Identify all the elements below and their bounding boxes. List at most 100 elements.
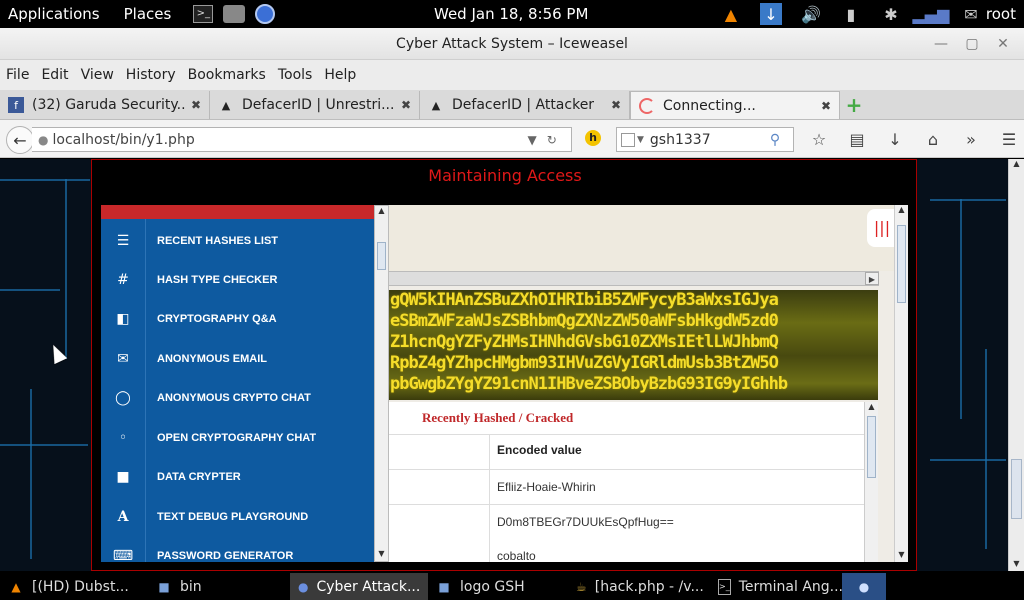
menu-help[interactable]: Help [318, 67, 362, 83]
clock[interactable]: Wed Jan 18, 8:56 PM [434, 5, 588, 23]
banner-line: gQW5kIHAnZSBuZXhOIHRIbiB5ZWFycyB3aWxsIGJ… [390, 290, 779, 310]
overflow-icon[interactable]: » [952, 127, 990, 151]
places-menu[interactable]: Places [116, 5, 180, 23]
new-tab-icon[interactable]: + [840, 91, 868, 119]
menu-edit[interactable]: Edit [35, 67, 74, 83]
task-browser-extra[interactable]: ● [842, 573, 886, 600]
scrollbar-thumb[interactable] [377, 242, 386, 270]
sidebar-item-label: HASH TYPE CHECKER [157, 274, 278, 286]
hamburger-menu-icon[interactable]: ☰ [990, 127, 1024, 151]
url-history-dropdown-icon[interactable]: ▼ [527, 133, 536, 147]
scroll-right-icon[interactable]: ▶ [865, 272, 879, 285]
menu-view[interactable]: View [75, 67, 120, 83]
sidebar-item-data-crypter[interactable]: ■ DATA CRYPTER [101, 457, 374, 497]
page-scrollbar[interactable]: ▲ ▼ [1008, 159, 1024, 571]
reload-icon[interactable]: ↻ [547, 133, 557, 147]
bluetooth-icon[interactable]: ✱ [880, 3, 902, 25]
font-icon: A [117, 509, 129, 525]
tab-defacer-unrestricted[interactable]: ▲ DefacerID | Unrestri... ✖ [210, 91, 420, 119]
maximize-icon[interactable]: ▢ [957, 32, 987, 56]
loading-icon [639, 97, 655, 114]
scroll-down-icon[interactable]: ▼ [1010, 559, 1023, 571]
search-engine-icon[interactable] [621, 132, 635, 147]
home-icon[interactable]: ⌂ [914, 127, 952, 151]
navigation-toolbar: ← ● ▼ ↻ ▼ ⚲ ☆ ▤ ↓ ⌂ » ☰ [0, 120, 1024, 158]
task-cyber-attack[interactable]: ● Cyber Attack... [290, 573, 428, 600]
main-scrollbar[interactable]: ▲ ▼ [894, 205, 908, 562]
window-titlebar: Cyber Attack System – Iceweasel — ▢ ✕ [0, 28, 1024, 60]
banner-line: Z1hcnQgYZFyZHMsIHNhdGVsbG10ZXMsIEtlLWJhb… [390, 332, 779, 352]
scroll-up-icon[interactable]: ▲ [895, 205, 908, 217]
url-bar[interactable]: ● ▼ ↻ [32, 127, 572, 152]
menu-tools[interactable]: Tools [272, 67, 319, 83]
tab-close-icon[interactable]: ✖ [401, 98, 411, 112]
sidebar-item-hash-checker[interactable]: # HASH TYPE CHECKER [101, 260, 374, 300]
tab-close-icon[interactable]: ✖ [821, 99, 831, 113]
tab-defacer-attacker[interactable]: ▲ DefacerID | Attacker ✖ [420, 91, 630, 119]
main-header-area [389, 205, 908, 271]
scroll-down-icon[interactable]: ▼ [895, 550, 908, 562]
scroll-up-icon[interactable]: ▲ [865, 402, 878, 414]
sidebar-item-crypto-qa[interactable]: ◧ CRYPTOGRAPHY Q&A [101, 299, 374, 339]
volume-icon[interactable]: 🔊 [800, 3, 822, 25]
menu-toggle-icon[interactable]: ||| [867, 209, 897, 247]
downloads-icon[interactable]: ↓ [876, 127, 914, 151]
browser-launcher-icon[interactable] [255, 4, 276, 24]
scrollbar-thumb[interactable] [1011, 459, 1022, 519]
chat-status-icon[interactable]: ✉ [960, 3, 982, 25]
search-icon[interactable]: ⚲ [770, 132, 780, 148]
sidebar-active-item[interactable] [101, 205, 374, 219]
vlc-tray-icon[interactable]: ▲ [720, 3, 742, 25]
bookmark-star-icon[interactable]: ☆ [800, 127, 838, 151]
task-terminal[interactable]: >_ Terminal Ang... [710, 573, 842, 600]
disk-launcher-icon[interactable] [223, 5, 246, 23]
terminal-launcher-icon[interactable]: >_ [193, 5, 214, 23]
sidebar-scrollbar[interactable]: ▲ ▼ [374, 205, 389, 562]
download-tray-icon[interactable]: ↓ [759, 3, 782, 25]
search-engine-dropdown-icon[interactable]: ▼ [637, 135, 644, 145]
keyboard-icon: ⌨ [112, 548, 134, 562]
sidebar-item-recent-hashes[interactable]: ☰ RECENT HASHES LIST [101, 221, 374, 261]
menu-history[interactable]: History [120, 67, 182, 83]
user-menu[interactable]: root [986, 5, 1016, 23]
tab-close-icon[interactable]: ✖ [611, 98, 621, 112]
search-input[interactable] [649, 131, 770, 148]
card-scrollbar[interactable]: ▲ [864, 402, 878, 562]
tab-bar: f (32) Garuda Security... ✖ ▲ DefacerID … [0, 90, 1024, 120]
search-bar[interactable]: ▼ ⚲ [616, 127, 794, 152]
battery-icon[interactable]: ▮ [840, 3, 862, 25]
url-input[interactable] [52, 131, 523, 148]
bg-circuit [30, 389, 32, 559]
tab-garuda[interactable]: f (32) Garuda Security... ✖ [0, 91, 210, 119]
task-logo-gsh[interactable]: ■ logo GSH [428, 573, 568, 600]
menu-file[interactable]: File [0, 67, 35, 83]
sidebar-item-label: TEXT DEBUG PLAYGROUND [157, 511, 309, 523]
menubar: File Edit View History Bookmarks Tools H… [0, 60, 1024, 90]
signal-icon[interactable]: ▂▄▆ [912, 3, 949, 25]
sidebar-item-text-debug[interactable]: A TEXT DEBUG PLAYGROUND [101, 497, 374, 537]
minimize-icon[interactable]: — [926, 32, 956, 56]
menu-bookmarks[interactable]: Bookmarks [182, 67, 272, 83]
facebook-icon: f [8, 97, 24, 113]
task-vlc[interactable]: ▲ [(HD) Dubst... [0, 573, 148, 600]
tab-close-icon[interactable]: ✖ [191, 98, 201, 112]
sidebar-item-open-chat[interactable]: ◦ OPEN CRYPTOGRAPHY CHAT [101, 418, 374, 458]
scrollbar-thumb[interactable] [897, 225, 906, 303]
scrollbar-thumb[interactable] [867, 416, 876, 478]
horizontal-scrollbar[interactable]: ▶ [389, 271, 879, 286]
h-extension-icon[interactable]: h [585, 130, 601, 146]
applications-menu[interactable]: Applications [0, 5, 108, 23]
back-icon[interactable]: ← [6, 126, 34, 154]
scroll-up-icon[interactable]: ▲ [1010, 159, 1023, 171]
bookmarks-list-icon[interactable]: ▤ [838, 127, 876, 151]
task-bin[interactable]: ■ bin [148, 573, 290, 600]
task-hack-php[interactable]: ☕ [hack.php - /v... [568, 573, 710, 600]
scroll-up-icon[interactable]: ▲ [375, 206, 388, 218]
sidebar-item-anon-email[interactable]: ✉ ANONYMOUS EMAIL [101, 339, 374, 379]
scroll-down-icon[interactable]: ▼ [375, 549, 388, 561]
tab-connecting[interactable]: Connecting... ✖ [630, 91, 840, 119]
sidebar-item-anon-chat[interactable]: ◯ ANONYMOUS CRYPTO CHAT [101, 378, 374, 418]
bg-circuit [985, 349, 987, 549]
close-icon[interactable]: ✕ [988, 32, 1018, 56]
sidebar-item-password-generator[interactable]: ⌨ PASSWORD GENERATOR [101, 536, 374, 562]
